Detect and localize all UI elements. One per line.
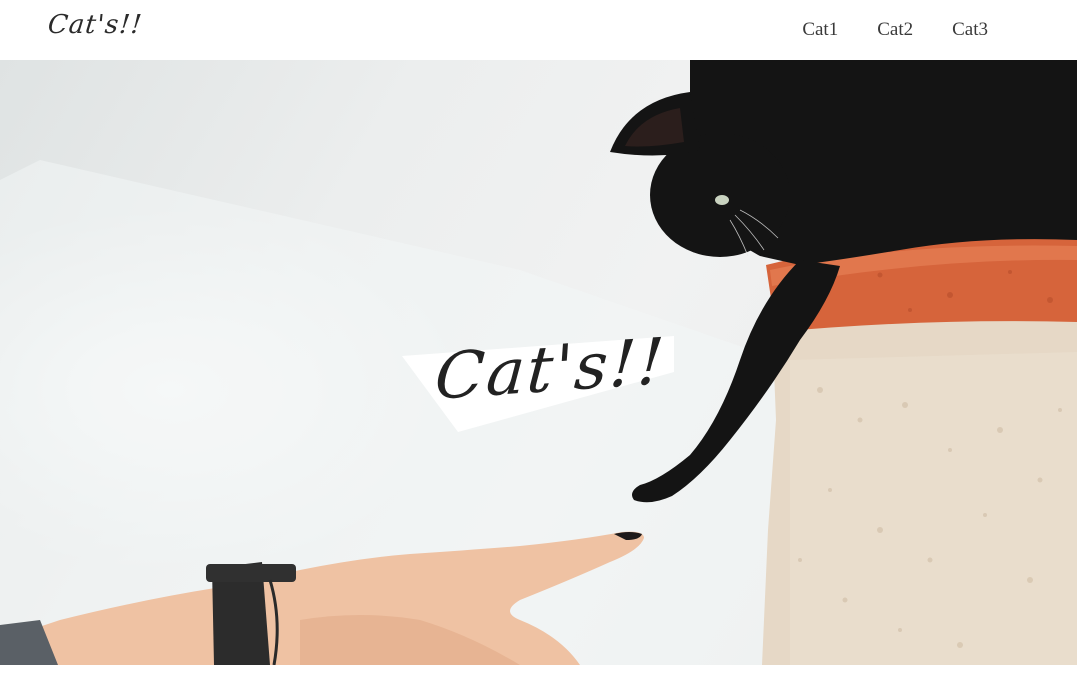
logo-link[interactable]: Cat's!! — [46, 10, 143, 40]
hero-title-box: Cat's!! — [402, 325, 682, 434]
nav-link-cat2[interactable]: Cat2 — [877, 18, 913, 42]
nav-link-cat3[interactable]: Cat3 — [952, 18, 988, 42]
site-header: Cat's!! Cat1 Cat2 Cat3 — [0, 0, 1077, 60]
hero-title: Cat's!! — [432, 325, 669, 415]
nav-link-cat1[interactable]: Cat1 — [802, 18, 838, 42]
hero-section: Cat's!! — [0, 60, 1077, 665]
pillar-shape — [762, 308, 1077, 665]
main-nav: Cat1 Cat2 Cat3 — [763, 18, 988, 42]
